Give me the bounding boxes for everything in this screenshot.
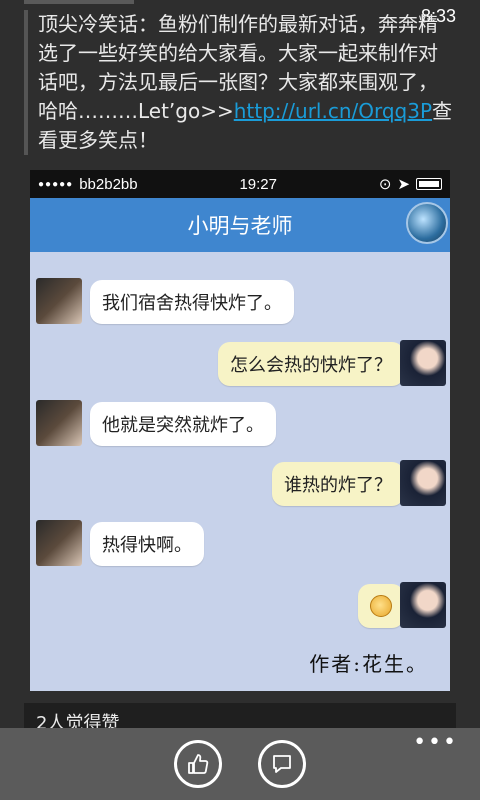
laughing-emoji-icon xyxy=(370,595,392,617)
message-bubble: 谁热的炸了？ xyxy=(272,462,404,506)
chat-title: 小明与老师 xyxy=(187,214,293,238)
like-button[interactable] xyxy=(174,740,222,788)
thumbs-up-icon xyxy=(188,754,209,774)
app-screen: 8:33 顶尖冷笑话：鱼粉们制作的最新对话，奔奔精选了一些好笑的给大家看。大家一… xyxy=(0,0,480,800)
more-options-button[interactable]: ••• xyxy=(413,730,458,755)
teacher-avatar xyxy=(400,582,446,628)
message-row: 热得快啊。 xyxy=(30,520,450,570)
ios-time: 19:27 xyxy=(239,175,277,193)
message-row xyxy=(30,582,450,632)
message-row: 我们宿舍热得快炸了。 xyxy=(30,278,450,328)
chat-header: 小明与老师 xyxy=(30,198,450,252)
comment-button[interactable] xyxy=(258,740,306,788)
ios-status-right: ⊙ ➤ xyxy=(379,175,442,193)
message-bubble: 热得快啊。 xyxy=(90,522,204,566)
student-avatar xyxy=(36,278,82,324)
battery-icon xyxy=(416,178,442,190)
post-body: 顶尖冷笑话：鱼粉们制作的最新对话，奔奔精选了一些好笑的给大家看。大家一起来制作对… xyxy=(24,10,456,155)
bottom-app-bar: ••• xyxy=(0,728,480,800)
student-avatar xyxy=(36,520,82,566)
message-row: 谁热的炸了？ xyxy=(30,460,450,510)
signal-dots-icon: ●●●●● xyxy=(38,178,74,190)
ios-status-bar: ●●●●● bb2b2bb 19:27 ⊙ ➤ xyxy=(30,170,450,198)
speech-bubble-icon xyxy=(273,755,291,773)
message-row: 怎么会热的快炸了？ xyxy=(30,340,450,390)
post-link[interactable]: http://url.cn/Orqq3P xyxy=(234,99,432,123)
student-avatar xyxy=(36,400,82,446)
rotation-lock-icon: ⊙ xyxy=(378,176,392,193)
post-text: 顶尖冷笑话：鱼粉们制作的最新对话，奔奔精选了一些好笑的给大家看。大家一起来制作对… xyxy=(38,10,456,155)
message-bubble: 怎么会热的快炸了？ xyxy=(218,342,404,386)
previous-item-edge xyxy=(24,0,134,4)
message-bubble: 他就是突然就炸了。 xyxy=(90,402,276,446)
ios-carrier: bb2b2bb xyxy=(79,175,138,193)
message-row: 他就是突然就炸了。 xyxy=(30,400,450,450)
teacher-avatar xyxy=(400,340,446,386)
post-image[interactable]: ●●●●● bb2b2bb 19:27 ⊙ ➤ 小明与老师 我们宿舍热得快炸了。… xyxy=(30,170,450,691)
teacher-avatar xyxy=(400,460,446,506)
message-bubble: 我们宿舍热得快炸了。 xyxy=(90,280,294,324)
chat-header-avatar xyxy=(406,202,448,244)
location-icon: ➤ xyxy=(397,176,410,193)
ios-status-left: ●●●●● bb2b2bb xyxy=(38,176,138,193)
author-signature: 作者:花生。 xyxy=(309,652,428,676)
emoji-bubble xyxy=(358,584,404,628)
